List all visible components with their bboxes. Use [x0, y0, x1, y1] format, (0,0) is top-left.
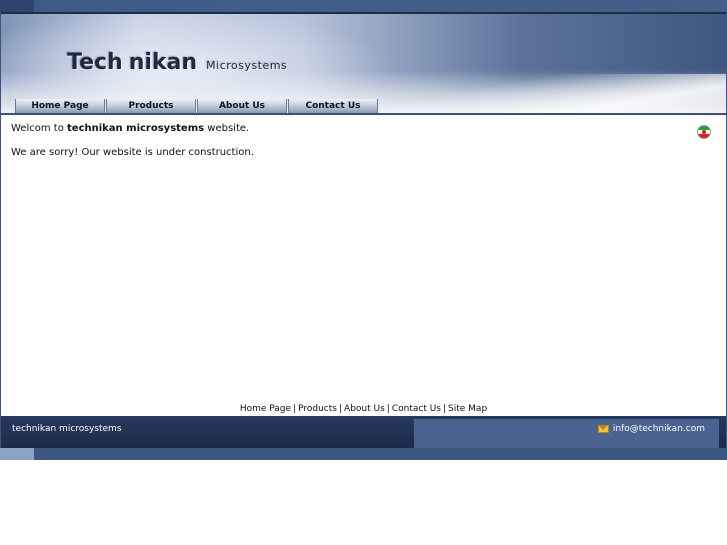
footer-contact-panel: info@technikan.com: [414, 419, 719, 448]
logo[interactable]: Tech nikan Microsystems: [67, 50, 287, 75]
bottom-strip: [0, 448, 727, 460]
logo-subtitle: Microsystems: [206, 59, 288, 72]
footer-link-home-page[interactable]: Home Page: [240, 404, 291, 414]
welcome-company: technikan microsystems: [67, 123, 205, 134]
welcome-suffix: website.: [207, 123, 250, 134]
footer-separator: |: [338, 404, 343, 414]
logo-brand-part1: Tech: [67, 50, 123, 75]
footer-link-about-us[interactable]: About Us: [344, 404, 385, 414]
construction-notice: We are sorry! Our website is under const…: [11, 147, 254, 158]
nav-divider: [1, 113, 726, 115]
nav-home-page[interactable]: Home Page: [15, 99, 105, 114]
footer-link-site-map[interactable]: Site Map: [448, 404, 487, 414]
footer-separator: |: [442, 404, 447, 414]
footer-separator: |: [386, 404, 390, 414]
welcome-prefix: Welcom to: [11, 123, 64, 134]
flag-icon[interactable]: [697, 125, 711, 139]
footer-bar: technikan microsystems info@technikan.co…: [1, 416, 726, 448]
main-nav: Home Page Products About Us Contact Us: [15, 99, 379, 114]
footer-link-products[interactable]: Products: [298, 404, 337, 414]
main-content: Welcom to technikan microsystems website…: [11, 122, 691, 170]
nav-about-us[interactable]: About Us: [197, 99, 287, 114]
logo-brand-part2: nikan: [128, 50, 198, 75]
footer-links: Home Page | Products | About Us | Contact Us | S…: [1, 404, 726, 414]
footer-company: technikan microsystems: [12, 424, 122, 434]
banner-swoosh: [381, 74, 726, 116]
email-link[interactable]: info@technikan.com: [597, 424, 705, 434]
nav-contact-us[interactable]: Contact Us: [288, 99, 378, 114]
welcome-text: Welcom to technikan microsystems website…: [11, 122, 691, 136]
nav-products[interactable]: Products: [106, 99, 196, 114]
page-frame: Tech nikan Microsystems Home Page Product…: [1, 12, 726, 448]
footer-link-contact-us[interactable]: Contact Us: [392, 404, 441, 414]
email-address: info@technikan.com: [612, 424, 705, 434]
mail-icon: [597, 425, 609, 433]
flag-emblem: [702, 130, 706, 134]
header-banner: Tech nikan Microsystems Home Page Product…: [1, 12, 726, 116]
top-strip: [0, 0, 727, 12]
